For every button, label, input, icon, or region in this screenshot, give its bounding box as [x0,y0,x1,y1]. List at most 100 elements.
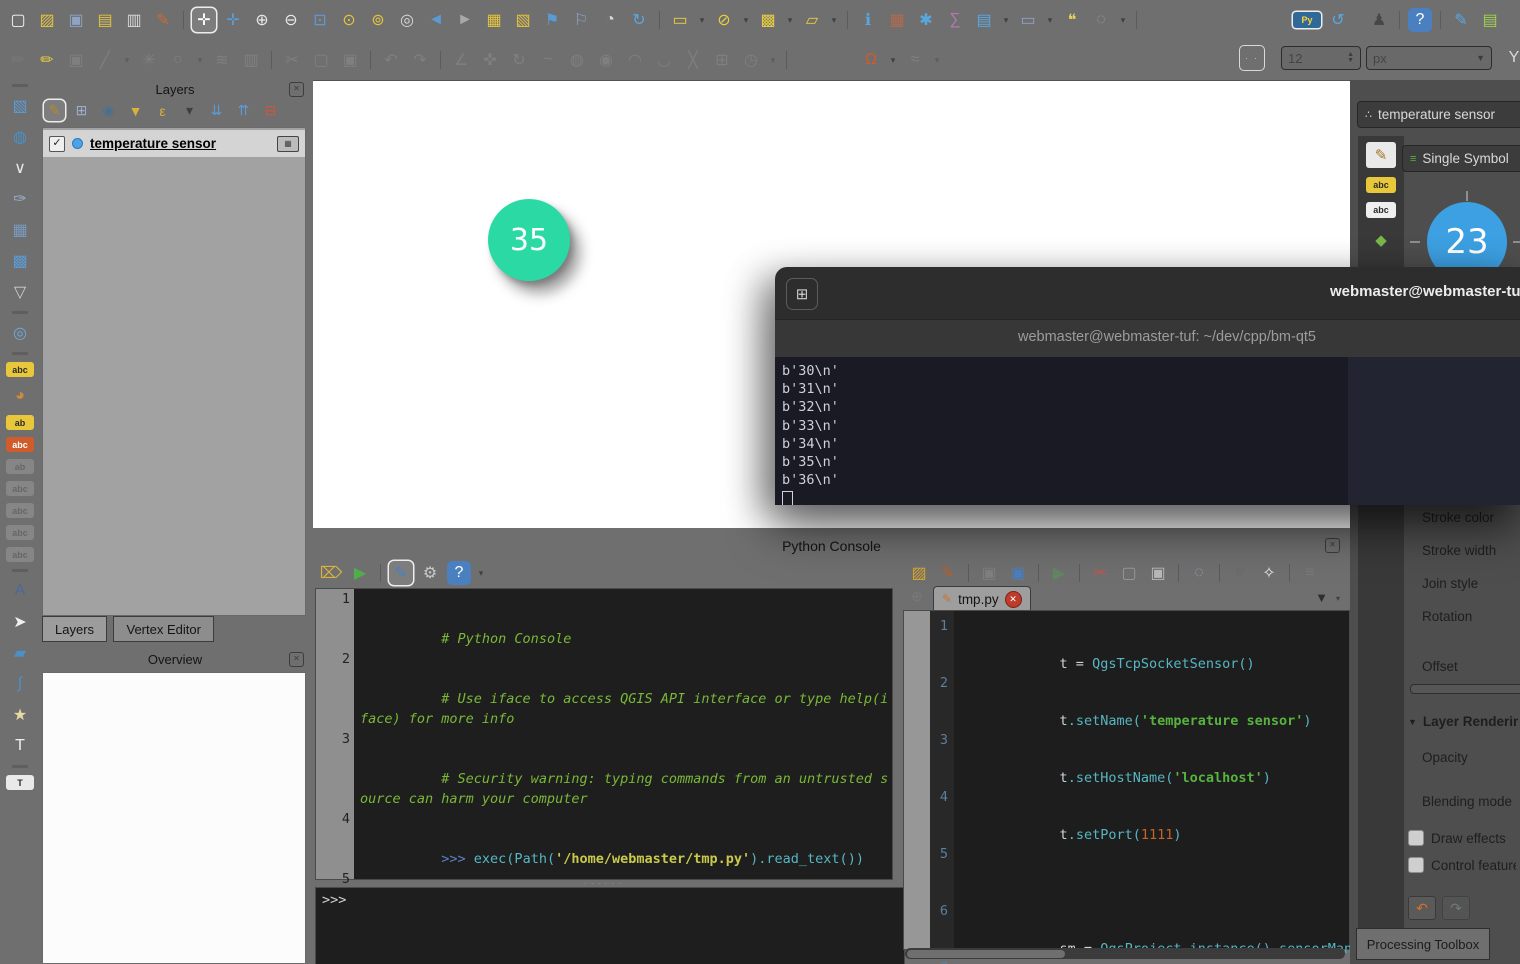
save-as-icon[interactable]: ▣ [1006,561,1030,585]
checkbox-row[interactable]: Draw effects [1408,830,1516,846]
dropdown-caret-icon[interactable]: ▾ [1118,8,1128,32]
new-map-view-icon[interactable]: ▦ [482,8,506,32]
merge-features-icon[interactable]: ⊞ [710,48,734,72]
redo-style-icon[interactable]: ↷ [1442,896,1470,920]
checkbox-row[interactable]: Control feature rendering order [1408,857,1516,873]
new-temporary-scratch-layer-icon[interactable]: ∨ [7,156,33,180]
plugin-blue-icon[interactable]: ↺ [1326,8,1350,32]
move-label-icon[interactable]: ab [6,459,34,474]
terminal-header[interactable]: ⊞ webmaster@webmaster-tuf: ~/dev/cpp/bm-… [775,267,1520,319]
filter-by-expression-icon[interactable]: ε [152,100,173,121]
move-feature-icon[interactable]: ✜ [478,48,502,72]
memory-layer-indicator-icon[interactable]: ▦ [277,136,299,152]
rotate-label-icon[interactable]: abc [6,525,34,540]
terminal-tab-bar[interactable]: webmaster@webmaster-tuf: ~/dev/cpp/bm-qt… [775,319,1520,357]
checkbox[interactable] [1408,830,1424,846]
show-editor-icon[interactable]: ✎ [389,561,413,585]
editor-tab-tmp-py[interactable]: ✎ tmp.py ✕ [933,586,1031,611]
zoom-to-layer-icon[interactable]: ⊚ [366,8,390,32]
dropdown-caret-icon[interactable]: ▾ [888,48,898,72]
dropdown-caret-icon[interactable]: ▾ [1001,8,1011,32]
save-project-icon[interactable]: ▣ [64,8,88,32]
options-icon[interactable]: ⚙ [418,561,442,585]
editor-horizontal-scrollbar[interactable] [905,948,1345,959]
attributes-abacus-icon[interactable]: ▦ [885,8,909,32]
zoom-native-icon[interactable]: ◎ [395,8,419,32]
simplify-feature-icon[interactable]: ~ [536,48,560,72]
font-size-spinbox[interactable]: 12 ▲▼ [1281,46,1361,70]
dropdown-caret-icon[interactable]: ▾ [122,48,132,72]
console-splitter-handle[interactable]: · · · · · · [315,880,891,886]
manage-map-themes-icon[interactable]: ◉ [98,100,119,121]
close-icon[interactable]: ✕ [289,652,304,667]
pan-to-selection-icon[interactable]: ✛ [221,8,245,32]
fill-ring-icon[interactable]: ◉ [594,48,618,72]
layer-rendering-section-header[interactable]: ▼ Layer Rendering [1408,714,1518,729]
form-annotation-icon[interactable]: ▥ [239,48,263,72]
create-text-annotation-icon[interactable]: T [7,734,33,758]
dropdown-caret-icon[interactable]: ▾ [179,100,200,121]
spinbox-arrows-icon[interactable]: ▲▼ [1347,52,1354,64]
zoom-out-icon[interactable]: ⊖ [279,8,303,32]
new-geopackage-layer-icon[interactable]: ◍ [7,125,33,149]
measure-angle-icon[interactable]: ∠ [449,48,473,72]
clear-console-icon[interactable]: ⌦ [319,561,343,585]
new-mesh-layer-icon[interactable]: ▩ [7,249,33,273]
dropdown-caret-icon[interactable]: ▾ [932,48,942,72]
toggle-editing-icon[interactable]: ✏ [35,48,59,72]
paste-features-icon[interactable]: ▣ [338,48,362,72]
digitize-line-icon[interactable]: ╱ [93,48,117,72]
select-features-icon[interactable]: ▭ [668,8,692,32]
refresh-map-icon[interactable]: ↻ [627,8,651,32]
dropdown-caret-icon[interactable]: ▾ [1045,8,1055,32]
chevron-down-icon[interactable]: ▾ [1336,594,1340,603]
legend-icon[interactable]: ▤ [1478,8,1502,32]
select-by-value-icon[interactable]: ▩ [756,8,780,32]
filter-legend-icon[interactable]: ▼ [125,100,146,121]
terminal-output[interactable]: b'30\n'b'31\n'b'32\n'b'33\n'b'34\n'b'35\… [775,357,1520,505]
redo-icon[interactable]: ↷ [408,48,432,72]
text-annotation-bubble-icon[interactable]: T [6,775,34,790]
current-edits-icon[interactable]: ✏ [6,48,30,72]
collapse-all-icon[interactable]: ⇈ [233,100,254,121]
copy-features-icon[interactable]: ▢ [309,48,333,72]
topology-icon[interactable]: Y [1502,46,1520,70]
expand-all-icon[interactable]: ⇊ [206,100,227,121]
overview-map[interactable] [42,672,306,964]
select-annotation-icon[interactable]: ➤ [7,610,33,634]
save-edits-icon[interactable]: ▣ [64,48,88,72]
user-profile-icon[interactable]: ♟ [1367,8,1391,32]
dock-tab[interactable]: Processing Toolbox [1356,928,1490,960]
console-output[interactable]: 1 # Python Console 2 # Use iface to acce… [315,588,893,880]
new-3d-map-view-icon[interactable]: ▧ [511,8,535,32]
rotate-point-symbols-icon[interactable]: ◷ [739,48,763,72]
layer-visibility-checkbox[interactable]: ✓ [49,136,65,152]
close-tab-icon[interactable]: ✕ [1005,591,1022,608]
format-code-icon[interactable]: ≡ [1298,561,1322,585]
python-console-icon[interactable]: Py [1293,12,1321,28]
find-text-icon[interactable]: ◌ [1187,561,1211,585]
search-settings-icon[interactable]: ◌ [1089,8,1113,32]
new-project-icon[interactable]: ▢ [6,8,30,32]
new-bookmark-icon[interactable]: ⚑ [540,8,564,32]
zoom-full-icon[interactable]: ⊡ [308,8,332,32]
layer-selector-dropdown[interactable]: ∴ temperature sensor [1357,101,1520,128]
create-line-annotation-icon[interactable]: ∫ [7,672,33,696]
units-select[interactable]: px ▼ [1366,46,1492,70]
highlight-pinned-labels-icon[interactable]: abc [6,437,34,452]
labels-tab-icon[interactable]: abc [1366,177,1396,193]
new-gpx-layer-icon[interactable]: ▽ [7,280,33,304]
open-layer-styling-icon[interactable]: ✎ [44,100,65,121]
identify-features-icon[interactable]: ℹ [856,8,880,32]
new-tab-icon[interactable]: ⊞ [786,278,818,310]
dropdown-caret-icon[interactable]: ▾ [476,561,486,585]
run-script-icon[interactable]: ▶ [1047,561,1071,585]
save-script-icon[interactable]: ▣ [977,561,1001,585]
open-script-icon[interactable]: ▨ [907,561,931,585]
dropdown-caret-icon[interactable]: ▾ [785,8,795,32]
new-annotation-layer-icon[interactable]: A [7,579,33,603]
digitize-circle-icon[interactable]: ○ [166,48,190,72]
new-print-layout-icon[interactable]: ▤ [93,8,117,32]
object-inspector-icon[interactable]: ✧ [1257,561,1281,585]
dropdown-caret-icon[interactable]: ▾ [195,48,205,72]
